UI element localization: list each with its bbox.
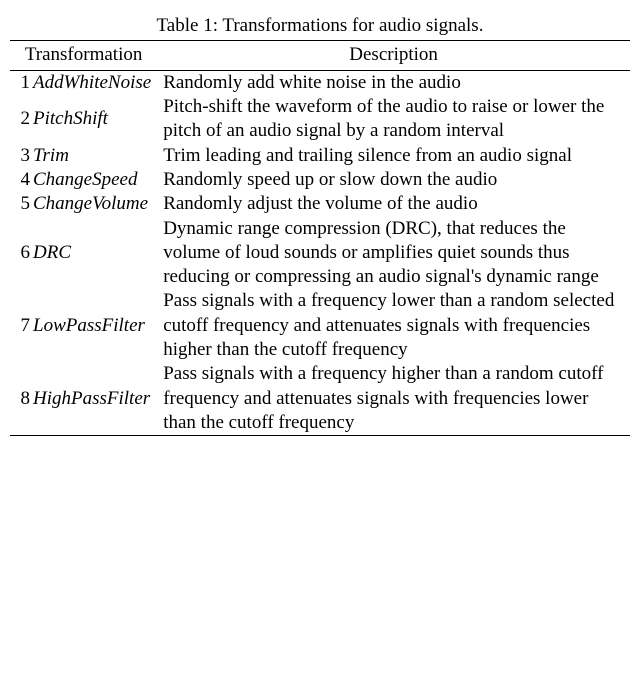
row-number: 6 — [10, 217, 33, 290]
table-row: 7 LowPassFilter Pass signals with a freq… — [10, 289, 630, 362]
transformation-name: DRC — [33, 217, 157, 290]
row-number: 8 — [10, 362, 33, 435]
transformation-desc: Pass signals with a frequency lower than… — [157, 289, 630, 362]
transformation-desc: Randomly adjust the volume of the audio — [157, 192, 630, 216]
table-caption: Table 1: Transformations for audio signa… — [10, 14, 630, 38]
transformation-desc: Randomly add white noise in the audio — [157, 70, 630, 95]
table-row: 2 PitchShift Pitch-shift the waveform of… — [10, 95, 630, 144]
row-number: 2 — [10, 95, 33, 144]
row-number: 3 — [10, 144, 33, 168]
table-row: 3 Trim Trim leading and trailing silence… — [10, 144, 630, 168]
row-number: 4 — [10, 168, 33, 192]
transformation-name: ChangeSpeed — [33, 168, 157, 192]
transformation-desc: Dynamic range compression (DRC), that re… — [157, 217, 630, 290]
row-number: 1 — [10, 70, 33, 95]
table-row: 8 HighPassFilter Pass signals with a fre… — [10, 362, 630, 435]
table-row: 5 ChangeVolume Randomly adjust the volum… — [10, 192, 630, 216]
transformation-name: Trim — [33, 144, 157, 168]
transformation-name: ChangeVolume — [33, 192, 157, 216]
header-description: Description — [157, 41, 630, 70]
transformation-name: HighPassFilter — [33, 362, 157, 435]
row-number: 5 — [10, 192, 33, 216]
table-header-row: Transformation Description — [10, 41, 630, 70]
transformation-desc: Trim leading and trailing silence from a… — [157, 144, 630, 168]
transformations-table: Transformation Description 1 AddWhiteNoi… — [10, 40, 630, 436]
transformation-desc: Pitch-shift the waveform of the audio to… — [157, 95, 630, 144]
table-row: 4 ChangeSpeed Randomly speed up or slow … — [10, 168, 630, 192]
table-row: 6 DRC Dynamic range compression (DRC), t… — [10, 217, 630, 290]
table-row: 1 AddWhiteNoise Randomly add white noise… — [10, 70, 630, 95]
transformation-desc: Randomly speed up or slow down the audio — [157, 168, 630, 192]
transformation-name: AddWhiteNoise — [33, 70, 157, 95]
transformation-name: PitchShift — [33, 95, 157, 144]
row-number: 7 — [10, 289, 33, 362]
transformation-desc: Pass signals with a frequency higher tha… — [157, 362, 630, 435]
header-transformation: Transformation — [10, 41, 157, 70]
transformation-name: LowPassFilter — [33, 289, 157, 362]
